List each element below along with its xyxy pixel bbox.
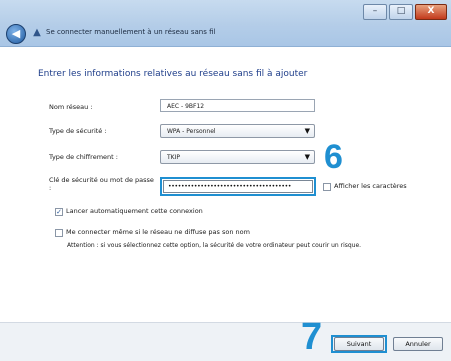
step-6-marker: 6 — [324, 138, 343, 176]
chevron-down-icon: ▼ — [304, 127, 310, 135]
maximize-button[interactable]: □ — [389, 4, 413, 20]
security-type-value: WPA - Personnel — [167, 128, 216, 135]
connect-hidden-label: Me connecter même si le réseau ne diffus… — [66, 228, 250, 236]
network-name-input[interactable]: AEC - 9BF12 — [160, 99, 315, 112]
back-arrow-icon[interactable]: ◀ — [6, 24, 26, 44]
network-name-label: Nom réseau : — [49, 103, 93, 111]
chevron-down-icon: ▼ — [304, 153, 310, 161]
security-key-label: Clé de sécurité ou mot de passe : — [49, 176, 154, 192]
auto-connect-checkbox[interactable]: ✓ — [55, 208, 63, 216]
security-warning-text: Attention : si vous sélectionnez cette o… — [67, 242, 362, 249]
encryption-type-select[interactable]: TKIP ▼ — [160, 150, 315, 164]
window-controls: – □ X — [363, 4, 447, 20]
step-7-marker: 7 — [301, 316, 323, 358]
minimize-button[interactable]: – — [363, 4, 387, 20]
security-type-label: Type de sécurité : — [49, 127, 107, 135]
connect-hidden-checkbox[interactable] — [55, 229, 63, 237]
cancel-button[interactable]: Annuler — [393, 337, 443, 351]
show-characters-label: Afficher les caractères — [334, 182, 407, 190]
auto-connect-label: Lancer automatiquement cette connexion — [66, 207, 203, 215]
show-characters-checkbox[interactable] — [323, 183, 331, 191]
page-heading: Entrer les informations relatives au rés… — [38, 69, 308, 79]
close-button[interactable]: X — [415, 4, 447, 20]
wireless-setup-window: – □ X ◀ ▲ Se connecter manuellement à un… — [0, 0, 451, 361]
encryption-type-label: Type de chiffrement : — [49, 153, 118, 161]
window-title: Se connecter manuellement à un réseau sa… — [46, 28, 216, 36]
security-type-select[interactable]: WPA - Personnel ▼ — [160, 124, 315, 138]
title-bar: – □ X ◀ ▲ Se connecter manuellement à un… — [0, 0, 451, 47]
next-button[interactable]: Suivant — [334, 337, 384, 351]
security-key-input[interactable]: •••••••••••••••••••••••••••••••••••••• — [163, 180, 313, 193]
encryption-type-value: TKIP — [167, 154, 180, 161]
wireless-network-icon: ▲ — [33, 27, 41, 38]
